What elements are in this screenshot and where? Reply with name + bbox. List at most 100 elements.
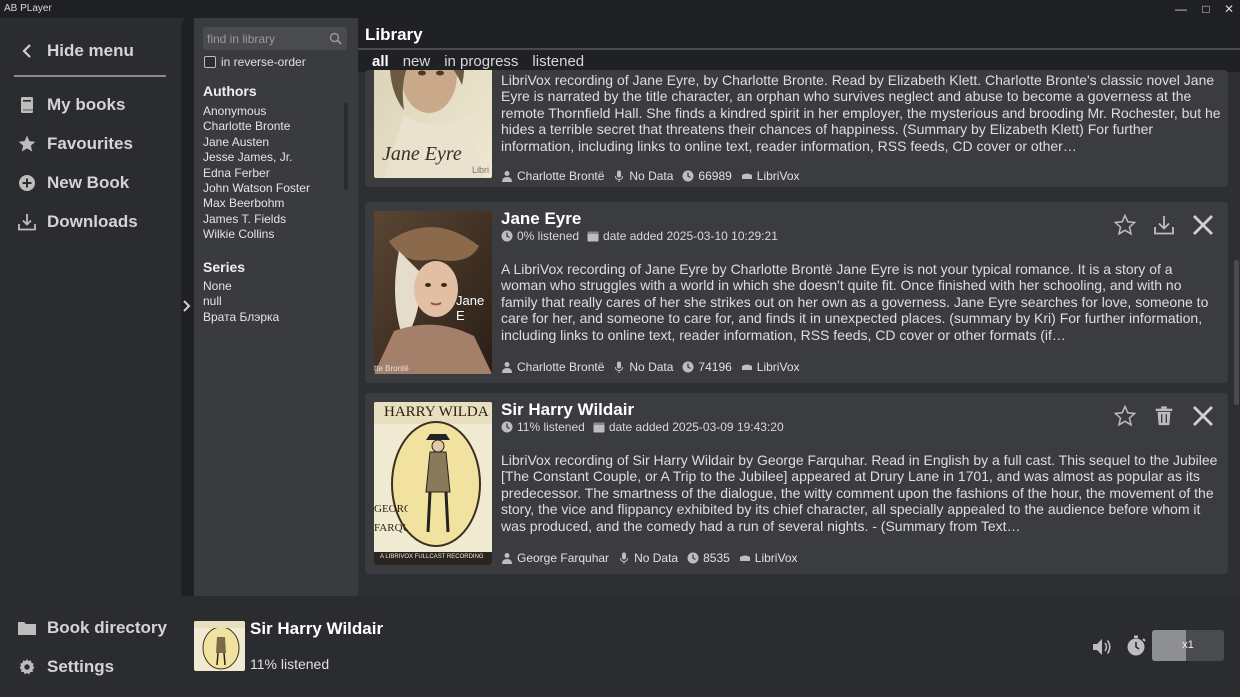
book-publisher: LibriVox bbox=[756, 360, 800, 374]
publisher-icon bbox=[741, 170, 753, 182]
series-item[interactable]: null bbox=[203, 294, 279, 309]
volume-button[interactable] bbox=[1091, 636, 1113, 658]
sidebar-item-label: Settings bbox=[47, 657, 115, 676]
book-card[interactable]: Jane Eyre Libri LibriVox recording of Ja… bbox=[365, 70, 1228, 187]
page-title: Library bbox=[365, 25, 423, 44]
cover-sub-text: tte Brontë bbox=[374, 364, 409, 373]
book-narrator: No Data bbox=[634, 551, 679, 565]
calendar-icon bbox=[587, 230, 599, 242]
book-author: Charlotte Brontë bbox=[517, 360, 605, 374]
star-outline-icon bbox=[1113, 404, 1137, 427]
book-publisher: LibriVox bbox=[756, 169, 800, 183]
author-item[interactable]: Jesse James, Jr. bbox=[203, 150, 310, 165]
sidebar-item-label: New Book bbox=[47, 173, 130, 192]
person-icon bbox=[501, 170, 513, 182]
clock-icon bbox=[682, 361, 694, 373]
book-description: LibriVox recording of Jane Eyre, by Char… bbox=[501, 72, 1221, 154]
app-title: AB PLayer bbox=[4, 3, 52, 14]
book-author: George Farquhar bbox=[517, 551, 610, 565]
authors-list: Anonymous Charlotte Bronte Jane Austen J… bbox=[203, 104, 310, 243]
tab-listened[interactable]: listened bbox=[532, 53, 584, 70]
book-footer: Charlotte Brontë No Data 74196 LibriVox bbox=[501, 360, 800, 374]
book-footer: Charlotte Brontë No Data 66989 LibriVox bbox=[501, 169, 800, 183]
maximize-button[interactable]: □ bbox=[1195, 1, 1217, 17]
menu-divider bbox=[14, 75, 166, 77]
tab-all[interactable]: all bbox=[372, 53, 389, 70]
list-scrollbar[interactable] bbox=[1234, 260, 1239, 405]
search-icon[interactable] bbox=[329, 32, 342, 45]
download-button[interactable] bbox=[1151, 212, 1177, 238]
playback-speed-slider[interactable]: x1 bbox=[1152, 630, 1224, 661]
series-item[interactable]: None bbox=[203, 279, 279, 294]
sidebar-item-book-directory[interactable]: Book directory bbox=[16, 615, 167, 641]
hide-menu-label: Hide menu bbox=[47, 41, 134, 60]
reverse-order-toggle[interactable]: in reverse-order bbox=[204, 55, 306, 69]
microphone-icon bbox=[613, 170, 625, 182]
book-cover: Jane E tte Brontë bbox=[374, 211, 492, 374]
calendar-icon bbox=[593, 421, 605, 433]
remove-button[interactable] bbox=[1190, 403, 1216, 429]
collapse-filters-button[interactable] bbox=[181, 297, 193, 315]
series-list: None null Врата Блэрка bbox=[203, 279, 279, 325]
book-description: A LibriVox recording of Jane Eyre by Cha… bbox=[501, 261, 1209, 343]
sleep-timer-button[interactable] bbox=[1125, 634, 1149, 658]
sidebar-item-settings[interactable]: Settings bbox=[16, 654, 114, 680]
download-icon bbox=[1154, 216, 1174, 235]
reverse-order-checkbox[interactable] bbox=[204, 56, 216, 68]
title-divider bbox=[358, 48, 1240, 50]
book-actions bbox=[1099, 403, 1216, 429]
cover-sub-text: A LIBRIVOX FULLCAST RECORDING bbox=[380, 554, 484, 560]
book-description: LibriVox recording of Sir Harry Wildair … bbox=[501, 452, 1218, 534]
delete-button[interactable] bbox=[1151, 403, 1177, 429]
publisher-icon bbox=[739, 552, 751, 564]
tab-new[interactable]: new bbox=[403, 53, 431, 70]
author-item[interactable]: James T. Fields bbox=[203, 212, 310, 227]
book-author: Charlotte Brontë bbox=[517, 169, 605, 183]
author-item[interactable]: Charlotte Bronte bbox=[203, 119, 310, 134]
favourite-button[interactable] bbox=[1112, 212, 1138, 238]
side-menu: Hide menu My books Favourites New Book D… bbox=[0, 18, 181, 697]
author-item[interactable]: Wilkie Collins bbox=[203, 227, 310, 242]
sidebar-item-label: Book directory bbox=[47, 618, 167, 637]
close-window-button[interactable]: ✕ bbox=[1218, 1, 1240, 17]
book-title[interactable]: Jane Eyre bbox=[501, 209, 581, 229]
sidebar-item-downloads[interactable]: Downloads bbox=[16, 209, 138, 235]
favourite-button[interactable] bbox=[1112, 403, 1138, 429]
remove-button[interactable] bbox=[1190, 212, 1216, 238]
tab-in-progress[interactable]: in progress bbox=[444, 53, 518, 70]
reverse-order-label: in reverse-order bbox=[221, 55, 306, 69]
author-item[interactable]: Anonymous bbox=[203, 104, 310, 119]
author-item[interactable]: John Watson Foster bbox=[203, 181, 310, 196]
series-item[interactable]: Врата Блэрка bbox=[203, 310, 279, 325]
close-icon bbox=[1193, 406, 1213, 426]
person-icon bbox=[501, 552, 513, 564]
cover-title-text: Jane Eyre bbox=[382, 143, 462, 165]
author-item[interactable]: Jane Austen bbox=[203, 135, 310, 150]
cover-side-text: GEORGE FARQUHAR bbox=[374, 503, 408, 534]
authors-heading: Authors bbox=[203, 83, 257, 99]
author-item[interactable]: Edna Ferber bbox=[203, 166, 310, 181]
sidebar-item-new-book[interactable]: New Book bbox=[16, 170, 129, 196]
book-date-added: date added 2025-03-09 19:43:20 bbox=[608, 420, 784, 434]
book-card[interactable]: Jane E tte Brontë Jane Eyre 0% listened … bbox=[365, 202, 1228, 383]
book-duration: 74196 bbox=[698, 360, 732, 374]
sidebar-item-label: My books bbox=[47, 95, 126, 114]
search-input[interactable] bbox=[207, 30, 325, 47]
download-icon bbox=[16, 211, 38, 233]
volume-icon bbox=[1093, 639, 1111, 655]
sidebar-item-my-books[interactable]: My books bbox=[16, 92, 125, 118]
search-box[interactable] bbox=[203, 27, 347, 50]
sidebar-item-favourites[interactable]: Favourites bbox=[16, 131, 133, 157]
book-title[interactable]: Sir Harry Wildair bbox=[501, 400, 634, 420]
trash-icon bbox=[1155, 406, 1173, 426]
minimize-button[interactable]: — bbox=[1170, 1, 1192, 17]
author-item[interactable]: Max Beerbohm bbox=[203, 196, 310, 211]
close-icon bbox=[1193, 215, 1213, 235]
player-progress: 11% listened bbox=[250, 656, 330, 672]
publisher-icon bbox=[741, 361, 753, 373]
authors-scrollbar[interactable] bbox=[344, 103, 348, 190]
star-outline-icon bbox=[1113, 213, 1137, 236]
book-card[interactable]: HARRY WILDA GEORGE FARQUHAR A LIBRIVOX F… bbox=[365, 393, 1228, 574]
player-cover[interactable] bbox=[194, 621, 245, 671]
hide-menu-button[interactable]: Hide menu bbox=[16, 38, 134, 64]
